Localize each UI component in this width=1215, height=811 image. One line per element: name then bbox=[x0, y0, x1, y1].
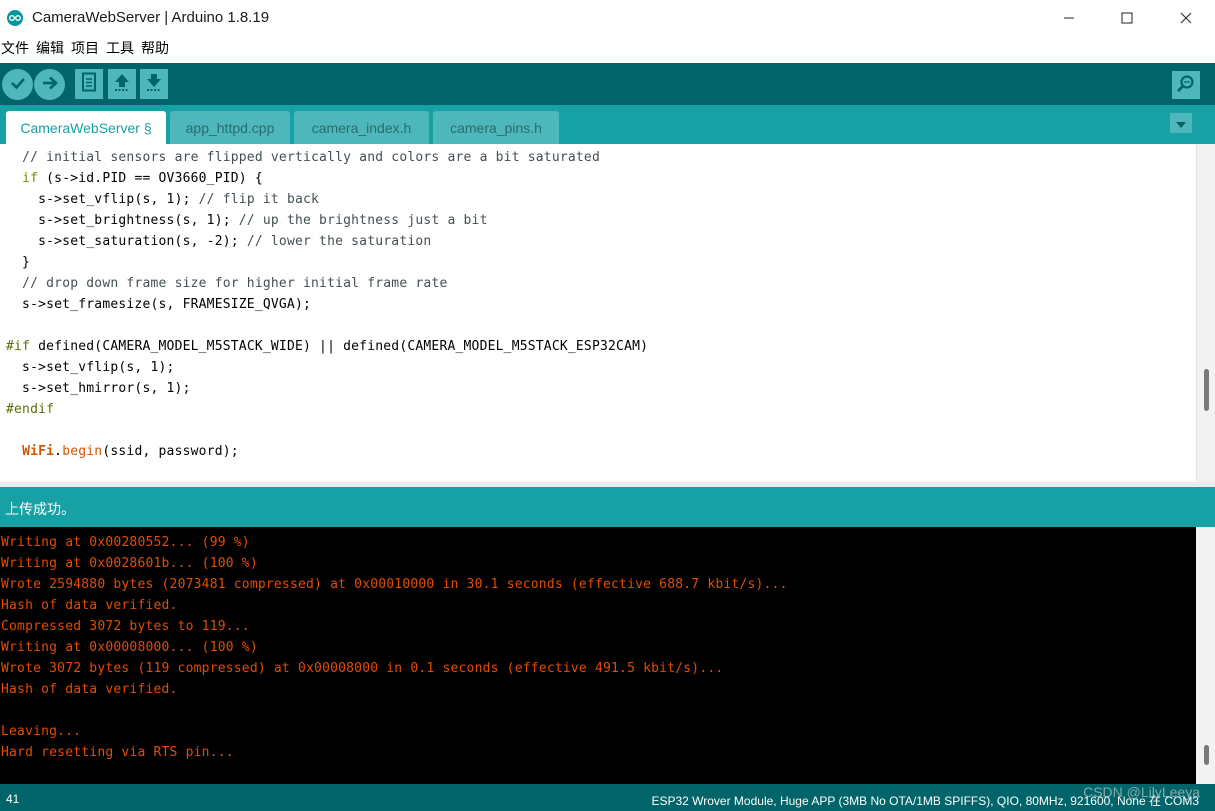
serial-monitor-button[interactable] bbox=[1172, 71, 1200, 99]
menu-help[interactable]: 帮助 bbox=[140, 37, 174, 61]
code-token: s-> bbox=[6, 192, 63, 207]
code-line: // drop down frame size for higher initi… bbox=[6, 276, 447, 291]
menu-file[interactable]: 文件 bbox=[0, 37, 34, 61]
code-token: // up the brightness just a bit bbox=[238, 213, 488, 228]
console-line: Writing at 0x00008000... (100 %) bbox=[1, 640, 258, 655]
code-line: s->set_hmirror(s, 1); bbox=[6, 381, 191, 396]
minimize-button[interactable] bbox=[1040, 0, 1098, 37]
console-line: Compressed 3072 bytes to 119... bbox=[1, 619, 250, 634]
code-token: set_vflip bbox=[62, 192, 135, 207]
code-token: if bbox=[22, 171, 39, 186]
code-line: s->set_saturation(s, -2); // lower the s… bbox=[6, 234, 431, 249]
code-token: // drop down frame size for higher initi… bbox=[22, 276, 448, 291]
code-token: s->set_brightness(s, 1); bbox=[6, 213, 239, 228]
code-line: // initial sensors are flipped verticall… bbox=[6, 150, 600, 165]
editor-scrollbar[interactable] bbox=[1196, 144, 1215, 482]
code-line: s->set_vflip(s, 1); // flip it back bbox=[6, 192, 319, 207]
menu-tools[interactable]: 工具 bbox=[105, 37, 139, 61]
close-icon bbox=[1180, 9, 1192, 28]
title-bar: CameraWebServer | Arduino 1.8.19 bbox=[0, 0, 1215, 37]
new-button[interactable] bbox=[75, 69, 103, 99]
console-output[interactable]: Writing at 0x00280552... (99 %) Writing a… bbox=[0, 527, 1215, 784]
tab-app-httpd[interactable]: app_httpd.cpp bbox=[170, 111, 290, 144]
code-line: } bbox=[6, 255, 30, 270]
status-bar: 上传成功。 bbox=[0, 487, 1215, 527]
maximize-icon bbox=[1121, 9, 1133, 28]
bottom-bar: 41 ESP32 Wrover Module, Huge APP (3MB No… bbox=[0, 784, 1215, 811]
tab-bar: CameraWebServer § app_httpd.cpp camera_i… bbox=[0, 105, 1215, 144]
code-token: (ssid, password); bbox=[102, 444, 239, 459]
code-token: (s, 1); bbox=[134, 192, 199, 207]
line-number: 41 bbox=[6, 792, 20, 806]
verify-icon bbox=[9, 74, 27, 96]
verify-button[interactable] bbox=[2, 69, 33, 100]
minimize-icon bbox=[1063, 9, 1075, 28]
code-token: // lower the saturation bbox=[246, 234, 432, 249]
code-line: s->set_framesize(s, FRAMESIZE_QVGA); bbox=[6, 297, 311, 312]
console-line: Writing at 0x00280552... (99 %) bbox=[1, 535, 250, 550]
console-line: Leaving... bbox=[1, 724, 82, 739]
upload-button[interactable] bbox=[34, 69, 65, 100]
save-button[interactable] bbox=[140, 69, 168, 99]
status-message: 上传成功。 bbox=[5, 502, 75, 518]
console-line: Writing at 0x0028601b... (100 %) bbox=[1, 556, 258, 571]
code-token: WiFi bbox=[22, 444, 55, 459]
serial-monitor-icon bbox=[1176, 73, 1196, 97]
console-line: Wrote 3072 bytes (119 compressed) at 0x0… bbox=[1, 661, 724, 676]
code-line: if (s->id.PID == OV3660_PID) { bbox=[6, 171, 263, 186]
tab-camera-index[interactable]: camera_index.h bbox=[294, 111, 429, 144]
tab-menu-button[interactable] bbox=[1170, 113, 1192, 133]
upload-icon bbox=[41, 74, 59, 96]
code-token: } bbox=[6, 255, 31, 270]
console-line: Wrote 2594880 bytes (2073481 compressed)… bbox=[1, 577, 788, 592]
code-line: s->set_vflip(s, 1); bbox=[6, 360, 175, 375]
close-button[interactable] bbox=[1157, 0, 1215, 37]
console-line: Hash of data verified. bbox=[1, 682, 178, 697]
toolbar bbox=[0, 62, 1215, 105]
code-token: s->set_framesize(s, FRAMESIZE_QVGA); bbox=[6, 297, 312, 312]
code-token: begin bbox=[62, 444, 103, 459]
menu-sketch[interactable]: 项目 bbox=[70, 37, 104, 61]
code-token: #if bbox=[6, 339, 31, 354]
console-scroll-thumb[interactable] bbox=[1204, 745, 1209, 765]
open-button[interactable] bbox=[108, 69, 136, 99]
code-token: // initial sensors are flipped verticall… bbox=[22, 150, 600, 165]
tab-camera-pins[interactable]: camera_pins.h bbox=[433, 111, 559, 144]
watermark: CSDN @LilyLeeya bbox=[1083, 784, 1200, 800]
editor-scroll-thumb[interactable] bbox=[1204, 369, 1209, 411]
code-token: (s->id.PID == OV3660_PID) { bbox=[38, 171, 263, 186]
tab-camerawebserver[interactable]: CameraWebServer § bbox=[6, 111, 166, 144]
new-icon bbox=[81, 72, 97, 96]
code-token: s->set_saturation(s, -2); bbox=[6, 234, 247, 249]
code-editor[interactable]: // initial sensors are flipped verticall… bbox=[0, 144, 1215, 482]
code-line: #endif bbox=[6, 402, 54, 417]
code-line: #if defined(CAMERA_MODEL_M5STACK_WIDE) |… bbox=[6, 339, 648, 354]
menu-edit[interactable]: 编辑 bbox=[35, 37, 69, 61]
code-token: // flip it back bbox=[198, 192, 320, 207]
code-token: s->set_vflip(s, 1); bbox=[6, 360, 175, 375]
code-token: s->set_hmirror(s, 1); bbox=[6, 381, 191, 396]
code-token: . bbox=[54, 444, 63, 459]
chevron-down-icon bbox=[1175, 114, 1187, 133]
menu-bar: 文件 编辑 项目 工具 帮助 bbox=[0, 37, 1215, 61]
console-line: Hard resetting via RTS pin... bbox=[1, 745, 234, 760]
arduino-logo-icon bbox=[7, 10, 23, 26]
open-icon bbox=[113, 72, 131, 96]
code-token: #endif bbox=[6, 402, 55, 417]
save-icon bbox=[145, 72, 163, 96]
code-line: s->set_brightness(s, 1); // up the brigh… bbox=[6, 213, 488, 228]
code-line: WiFi.begin(ssid, password); bbox=[6, 444, 239, 459]
console-line: Hash of data verified. bbox=[1, 598, 178, 613]
code-token: defined(CAMERA_MODEL_M5STACK_WIDE) || de… bbox=[30, 339, 649, 354]
maximize-button[interactable] bbox=[1098, 0, 1156, 37]
window-title: CameraWebServer | Arduino 1.8.19 bbox=[32, 9, 270, 26]
console-scrollbar[interactable] bbox=[1196, 527, 1215, 784]
